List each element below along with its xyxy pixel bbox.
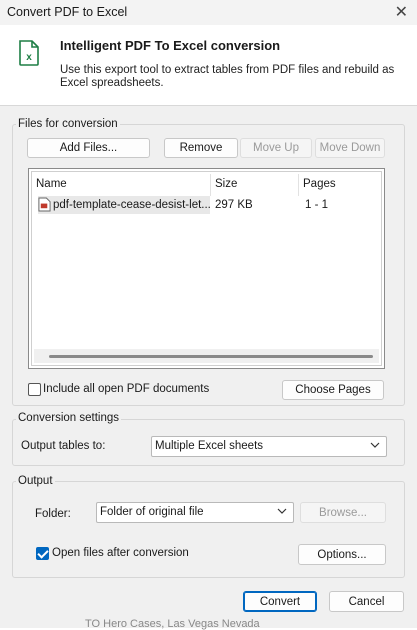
output-tables-label: Output tables to: [21,440,106,452]
folder-value: Folder of original file [100,506,204,518]
move-down-button[interactable]: Move Down [315,138,385,158]
pdf-file-icon [38,197,51,212]
choose-pages-button[interactable]: Choose Pages [282,380,384,400]
output-tables-select[interactable]: Multiple Excel sheets [151,436,387,457]
svg-text:x: x [26,52,32,63]
folder-select[interactable]: Folder of original file [96,502,294,523]
header-description: Use this export tool to extract tables f… [60,64,395,89]
file-pages-cell: 1 - 1 [305,199,329,211]
open-files-label[interactable]: Open files after conversion [52,547,189,559]
remove-button[interactable]: Remove [164,138,238,158]
column-header-pages[interactable]: Pages [303,178,336,190]
background-window-text: TO Hero Cases, Las Vegas Nevada [85,618,260,630]
scrollbar-thumb[interactable] [49,355,373,358]
include-all-checkbox[interactable] [28,383,41,396]
column-divider [298,174,299,196]
convert-button[interactable]: Convert [243,591,317,612]
title-bar: Convert PDF to Excel ✕ [0,0,417,25]
add-files-button[interactable]: Add Files... [27,138,150,158]
window-title: Convert PDF to Excel [7,5,128,19]
column-header-name[interactable]: Name [36,178,67,190]
files-group-label: Files for conversion [16,118,120,130]
file-size-cell: 297 KB [215,199,253,211]
move-up-button[interactable]: Move Up [240,138,312,158]
browse-button[interactable]: Browse... [300,502,386,523]
chevron-down-icon [277,508,287,514]
options-button[interactable]: Options... [298,544,386,565]
file-name-cell: pdf-template-cease-desist-let... [53,199,211,211]
conversion-group-label: Conversion settings [16,412,121,424]
include-all-label[interactable]: Include all open PDF documents [43,383,209,395]
cancel-button[interactable]: Cancel [329,591,404,612]
horizontal-scrollbar[interactable] [34,349,379,363]
dialog-header: x Intelligent PDF To Excel conversion Us… [0,25,417,105]
close-icon[interactable]: ✕ [395,2,408,22]
excel-file-icon: x [19,40,39,66]
column-divider [210,174,211,196]
folder-label: Folder: [35,508,71,520]
file-list[interactable]: Name Size Pages pdf-template-cease-desis… [28,168,385,369]
output-tables-value: Multiple Excel sheets [155,440,264,452]
column-header-size[interactable]: Size [215,178,237,190]
chevron-down-icon [370,442,380,448]
open-files-checkbox[interactable] [36,547,49,560]
file-list-inner: Name Size Pages pdf-template-cease-desis… [31,171,382,366]
header-title: Intelligent PDF To Excel conversion [60,38,281,53]
output-group-label: Output [16,475,55,487]
